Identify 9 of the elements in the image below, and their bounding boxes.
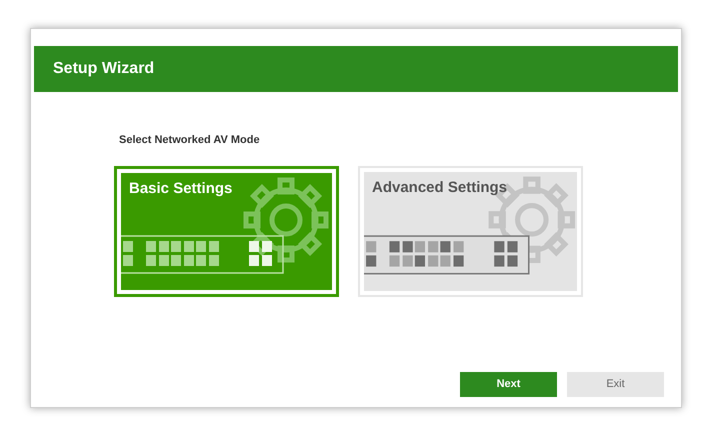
next-button[interactable]: Next — [460, 372, 557, 397]
mode-card[interactable]: Advanced Settings — [358, 166, 583, 296]
mode-title: Advanced Settings — [372, 178, 508, 198]
mode-card[interactable]: Basic Settings — [114, 166, 339, 296]
window-title: Setup Wizard — [53, 59, 154, 79]
gear-icon — [244, 177, 328, 262]
prompt-text: Select Networked AV Mode — [119, 133, 261, 148]
exit-button[interactable]: Exit — [567, 372, 664, 397]
mode-title: Basic Settings — [129, 178, 232, 198]
